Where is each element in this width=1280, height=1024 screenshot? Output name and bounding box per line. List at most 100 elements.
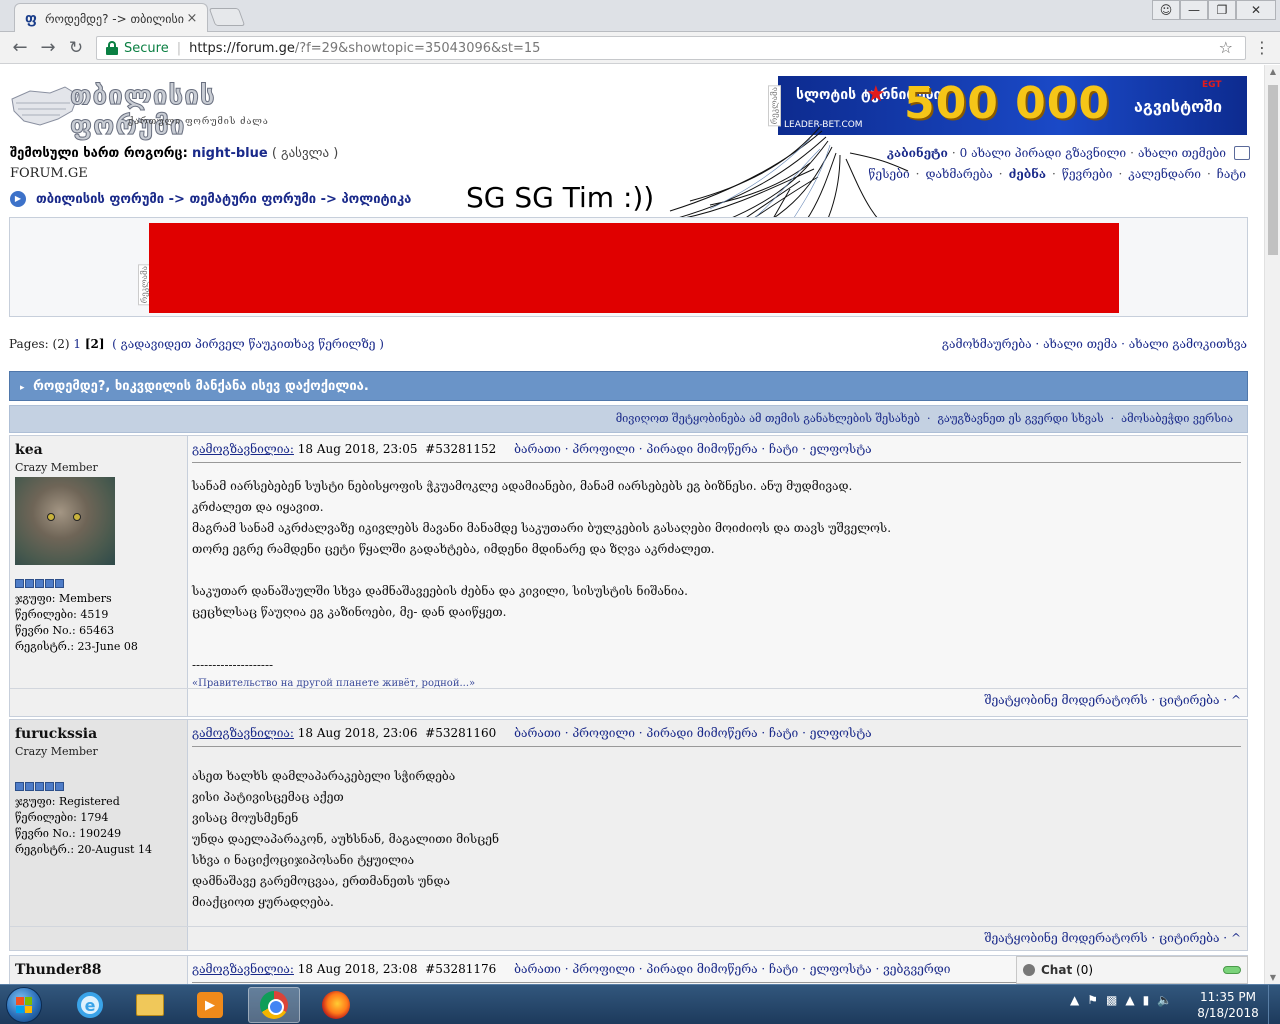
- post-id-link[interactable]: #53281176: [425, 962, 496, 976]
- back-arrow-icon[interactable]: ←: [8, 37, 32, 59]
- chrome-icon: [260, 991, 288, 1019]
- chat-widget[interactable]: Chat (0): [1016, 956, 1248, 984]
- pagination: Pages: (2) 1 [2] ( გადავიდეთ პირველ წაუკ…: [9, 337, 384, 351]
- author-stats: ჯგუფი: Members წერილები: 4519 წევრი No.:…: [15, 591, 182, 655]
- tab-strip: ფ როდემდე? -> თბილისი × ☺ — ❐ ✕: [0, 0, 1280, 33]
- post-author[interactable]: kea: [15, 442, 182, 458]
- new-topic-link[interactable]: ახალი თემა: [1043, 337, 1117, 351]
- scrollbar-thumb[interactable]: [1268, 85, 1278, 255]
- logo-title: თბილისის ფორუმი: [70, 81, 216, 142]
- post-author[interactable]: furuckssia: [15, 726, 182, 742]
- post-author-panel: furuckssia Crazy Member ჯგუფი: Registere…: [10, 720, 188, 950]
- site-label[interactable]: FORUM.GE: [10, 166, 88, 181]
- email-topic-link[interactable]: გაუგზავნეთ ეს გვერდი სხვას: [937, 412, 1103, 425]
- post-line: სხვა ი ნაციქოციჯიპოსანი ტყუილია: [192, 853, 415, 867]
- banner-right-text: აგვისტოში: [1134, 97, 1223, 116]
- post-line: მაგრამ სანამ აკრძალვაზე იკივლებს მავანი …: [192, 521, 892, 535]
- rank-pips: [15, 782, 182, 791]
- goto-unread-link[interactable]: ( გადავიდეთ პირველ წაუკითხავ წერილზე ): [112, 337, 384, 351]
- nav-help[interactable]: დახმარება: [925, 167, 992, 181]
- tab-title: როდემდე? -> თბილისი: [45, 11, 184, 26]
- minimize-button[interactable]: —: [1180, 0, 1208, 20]
- new-poll-link[interactable]: ახალი გამოკითხვა: [1129, 337, 1247, 351]
- omnibox-divider: |: [176, 40, 182, 56]
- post-sent-label: გამოგზავნილია:: [192, 726, 294, 740]
- close-window-button[interactable]: ✕: [1236, 0, 1276, 20]
- logout-link[interactable]: ( გასვლა ): [272, 146, 338, 161]
- page-link-1[interactable]: 1: [73, 337, 81, 351]
- secure-label: Secure: [124, 40, 169, 56]
- address-bar[interactable]: Secure | https://forum.ge/?f=29&showtopi…: [96, 36, 1246, 60]
- battery-icon[interactable]: ▮: [1143, 993, 1150, 1007]
- author-post-count: წერილები: 1794: [15, 811, 109, 824]
- banner-star-icon: ★: [866, 82, 886, 107]
- print-version-link[interactable]: ამოსაბეჭდი ვერსია: [1121, 412, 1233, 425]
- post-author-links[interactable]: ბარათი · პროფილი · პირადი მიმოწერა · ჩატ…: [514, 442, 872, 456]
- post-id-link[interactable]: #53281152: [425, 442, 496, 456]
- volume-icon[interactable]: 🔈: [1157, 993, 1172, 1007]
- show-desktop-button[interactable]: [1268, 985, 1280, 1024]
- post-line: კრძალეთ და იყავით.: [192, 500, 324, 514]
- breadcrumb: ▶ თბილისის ფორუმი -> თემატური ფორუმი -> …: [10, 191, 411, 207]
- scroll-up-icon[interactable]: ▲: [1265, 67, 1280, 76]
- forward-arrow-icon[interactable]: →: [36, 37, 60, 59]
- media-player-icon: ▶: [197, 992, 223, 1018]
- post-body: ასეთ ხალხს დამლაპარაკებელი სჭირდება ვისი…: [192, 766, 1237, 913]
- forum-logo[interactable]: თბილისის ფორუმი ქართული ფორუმის ძალა: [10, 77, 272, 142]
- browser-tab[interactable]: ფ როდემდე? -> თბილისი ×: [14, 3, 208, 33]
- network-signal-icon[interactable]: ▲: [1125, 993, 1134, 1007]
- post-date: 18 Aug 2018, 23:05: [297, 442, 418, 456]
- post-footer-links[interactable]: შეატყობინე მოდერატორს · ციტირება · ^: [984, 693, 1241, 707]
- nav-calendar[interactable]: კალენდარი: [1128, 167, 1201, 181]
- nav-private-messages[interactable]: 0 ახალი პირადი გზავნილი: [960, 146, 1126, 160]
- browser-menu-icon[interactable]: ⋮: [1254, 38, 1270, 58]
- taskbar-media-player[interactable]: ▶: [184, 987, 236, 1023]
- username-link[interactable]: night-blue: [192, 146, 268, 161]
- breadcrumb-path[interactable]: თბილისის ფორუმი -> თემატური ფორუმი -> პო…: [36, 192, 411, 207]
- topic-options-bar: მივიღოთ შეტყობინება ამ თემის განახლების …: [9, 405, 1248, 433]
- red-ad-banner[interactable]: [149, 223, 1119, 313]
- page-scrollbar[interactable]: ▲ ▼: [1264, 65, 1280, 984]
- tab-close-icon[interactable]: ×: [185, 11, 199, 26]
- post: kea Crazy Member ჯგუფი: Members წერილები…: [9, 435, 1248, 717]
- post-author-links[interactable]: ბარათი · პროფილი · პირადი მიმოწერა · ჩატ…: [514, 962, 950, 976]
- author-member-no: წევრი No.: 65463: [15, 624, 115, 637]
- nav-chat[interactable]: ჩატი: [1217, 167, 1246, 181]
- tray-expand-icon[interactable]: ▲: [1070, 993, 1079, 1007]
- tray-flag-icon[interactable]: ⚑: [1087, 993, 1098, 1007]
- scroll-down-icon[interactable]: ▼: [1265, 973, 1280, 982]
- url-host: https://forum.ge: [189, 40, 295, 56]
- taskbar-firefox[interactable]: [310, 987, 362, 1023]
- taskbar-clock[interactable]: 11:35 PM 8/18/2018: [1196, 989, 1260, 1021]
- chat-toggle[interactable]: [1223, 966, 1241, 974]
- tray-device-icon[interactable]: ▩: [1106, 993, 1117, 1007]
- post-author-links[interactable]: ბარათი · პროფილი · პირადი მიმოწერა · ჩატ…: [514, 726, 872, 740]
- taskbar-explorer[interactable]: [124, 987, 176, 1023]
- taskbar-ie[interactable]: e: [64, 987, 116, 1023]
- profile-icon[interactable]: ☺: [1152, 0, 1180, 20]
- chat-label: Chat: [1041, 963, 1073, 977]
- reload-icon[interactable]: ↻: [64, 37, 88, 59]
- author-group: ჯგუფი: Registered: [15, 795, 120, 808]
- url-path: /?f=29&showtopic=35043096&st=15: [294, 40, 541, 56]
- chat-count: (0): [1076, 963, 1094, 977]
- post-author[interactable]: Thunder88: [15, 962, 182, 978]
- post-line: დამნაშავე გარემოცვაა, ერთმანეთს უნდა: [192, 874, 450, 888]
- track-topic-link[interactable]: მივიღოთ შეტყობინება ამ თემის განახლების …: [616, 412, 920, 425]
- nav-new-topics[interactable]: ახალი თემები: [1138, 146, 1226, 160]
- post-footer-links[interactable]: შეატყობინე მოდერატორს · ციტირება · ^: [984, 931, 1241, 945]
- topic-actions: გამოხმაურება · ახალი თემა · ახალი გამოკი…: [941, 337, 1247, 351]
- message-bubble-icon[interactable]: [1234, 146, 1250, 160]
- logged-in-line: შემოსული ხართ როგორც: night-blue ( გასვლ…: [10, 146, 338, 161]
- start-button[interactable]: [6, 987, 42, 1023]
- post-header: გამოგზავნილია: 18 Aug 2018, 23:06 #53281…: [192, 726, 1241, 747]
- bookmark-star-icon[interactable]: ☆: [1219, 37, 1233, 59]
- post-id-link[interactable]: #53281160: [425, 726, 496, 740]
- nav-search[interactable]: ძებნა: [1009, 167, 1046, 181]
- nav-members[interactable]: წევრები: [1062, 167, 1113, 181]
- reply-link[interactable]: გამოხმაურება: [942, 337, 1032, 351]
- restore-button[interactable]: ❐: [1208, 0, 1236, 20]
- new-tab-button[interactable]: [208, 8, 246, 26]
- post-line: სანამ იარსებებენ სუსტი ნებისყოფის ჭკუამო…: [192, 479, 853, 493]
- taskbar-chrome[interactable]: [248, 987, 300, 1023]
